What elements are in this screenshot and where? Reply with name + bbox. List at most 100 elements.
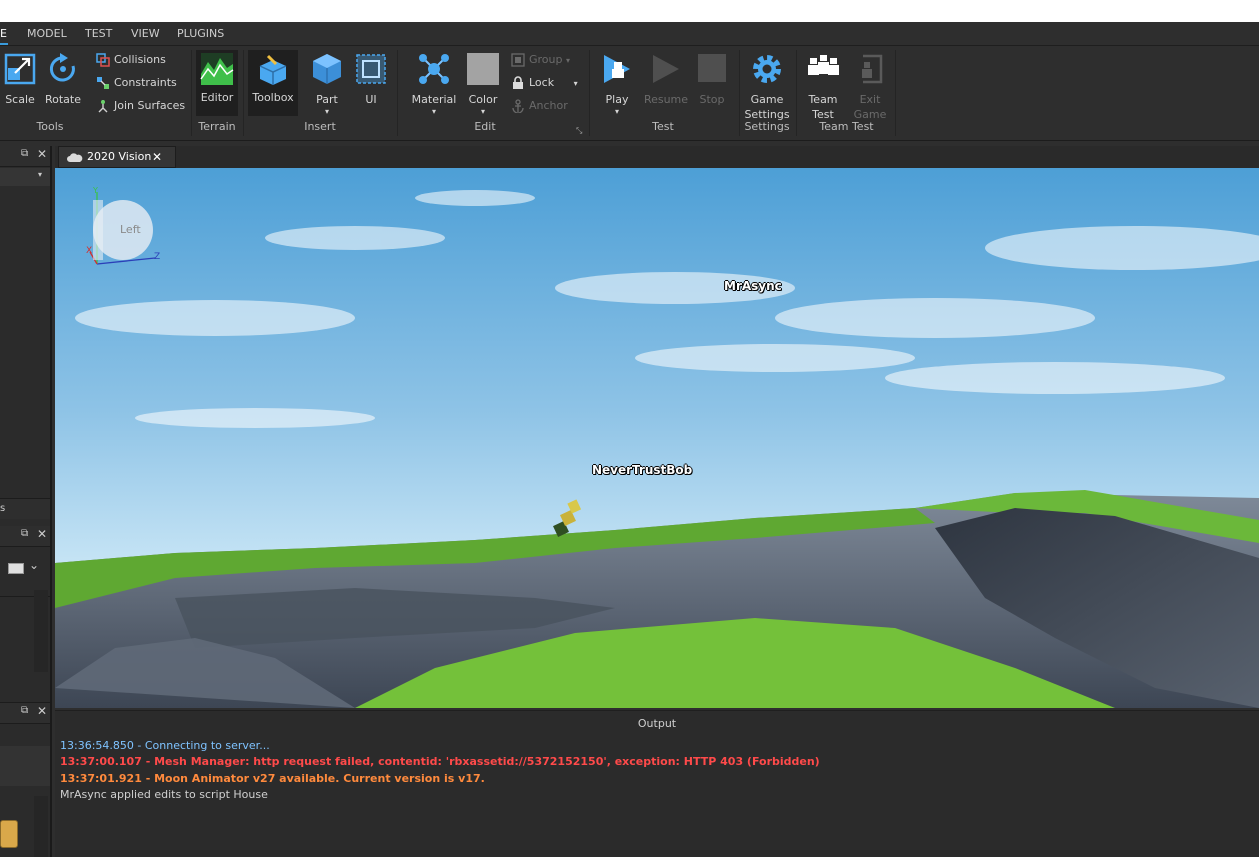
scrollbar[interactable] [34,590,48,672]
color-swatch-icon [467,53,499,85]
insert-group-label: Insert [304,120,336,133]
view-cube-face-label: Left [120,223,141,236]
left-dock-panel: ⧉ ✕ ▾ s ⧉ ✕ ⌄ ⧉ ✕ [0,146,52,857]
close-icon[interactable]: ✕ [152,147,162,167]
close-icon[interactable]: ✕ [37,704,47,718]
terrain-editor-button[interactable]: Editor [196,50,238,116]
undock-icon[interactable]: ⧉ [21,148,28,159]
join-surfaces-label: Join Surfaces [114,99,186,112]
close-icon[interactable]: ✕ [37,147,47,161]
output-line: 13:37:01.921 - Moon Animator v27 availab… [60,772,485,785]
scene-render [55,168,1259,708]
lock-button[interactable]: Lock ▾ [511,74,578,92]
terrain-editor-icon [200,53,234,85]
play-button[interactable]: Play ▾ [596,52,638,118]
output-line: 13:36:54.850 - Connecting to server... [60,739,270,752]
menu-tab-view[interactable]: VIEW [131,22,160,45]
group-label: Group [529,53,563,66]
anchor-label: Anchor [529,99,568,112]
join-surfaces-button[interactable]: Join Surfaces [96,97,185,115]
scrollbar[interactable] [34,796,48,857]
edit-group-label: Edit [474,120,496,133]
part-dropdown-icon[interactable]: ▾ [306,104,348,119]
output-title: Output [637,717,677,730]
tab-2020-vision[interactable]: 2020 Vision ✕ [58,146,176,168]
anchor-button[interactable]: Anchor [511,97,568,115]
material-dropdown-icon[interactable]: ▾ [410,104,458,119]
chevron-down-icon[interactable]: ⌄ [29,558,39,572]
edit-expand-icon[interactable]: ⤡ [576,126,582,136]
scale-button[interactable]: Scale [2,52,38,110]
resume-label: Resume [643,93,689,106]
output-line: 13:37:00.107 - Mesh Manager: http reques… [60,755,820,768]
lock-label: Lock [529,76,555,89]
menu-bar: E MODEL TEST VIEW PLUGINS [0,22,1259,46]
ribbon-separator [243,50,244,136]
panel-tab-strip[interactable]: s [0,498,50,519]
menu-tab-model[interactable]: MODEL [27,22,67,45]
menu-tab-test[interactable]: TEST [85,22,112,45]
cloud-icon [67,153,83,162]
stop-icon [698,54,726,82]
player-nametag: NeverTrustBob [592,463,693,477]
collisions-icon [96,53,110,67]
menu-tab-plugins[interactable]: PLUGINS [177,22,224,45]
settings-group-label: Settings [744,120,790,133]
team-test-button[interactable]: Team Test [802,52,844,122]
undock-icon[interactable]: ⧉ [21,528,28,539]
part-button[interactable]: Part ▾ [306,52,348,118]
material-button[interactable]: Material ▾ [410,52,458,118]
stop-button[interactable]: Stop [694,52,730,110]
window-top-strip [0,0,1259,22]
toolbox-item-thumbnail[interactable] [0,820,18,848]
terrain-group-label: Terrain [198,120,236,133]
color-dropdown-icon[interactable]: ▾ [463,104,503,119]
output-log[interactable]: 13:36:54.850 - Connecting to server... 1… [55,736,1259,857]
color-button[interactable]: Color ▾ [463,52,503,118]
panel-tab-label: s [0,503,6,514]
exit-game-button[interactable]: Exit Game [850,52,890,122]
ui-label: UI [365,93,377,106]
panel-row [0,746,50,786]
team-test-label-line1: Team [808,93,838,106]
rotate-button[interactable]: Rotate [43,52,83,110]
undock-icon[interactable]: ⧉ [21,705,28,716]
constraints-label: Constraints [114,76,177,89]
close-icon[interactable]: ✕ [37,527,47,541]
toolbox-button[interactable]: Toolbox [248,50,298,116]
scale-label: Scale [5,93,35,106]
ui-button[interactable]: UI [354,52,388,110]
game-settings-button[interactable]: Game Settings [743,52,791,122]
constraints-button[interactable]: Constraints [96,74,177,92]
tools-group-label: Tools [36,120,64,133]
constraints-icon [97,77,109,89]
game-settings-label-line1: Game [750,93,784,106]
group-button[interactable]: Group ▾ [511,51,570,69]
rotate-icon [49,53,75,82]
3d-viewport[interactable]: Left Y X Z MrAsync NeverTrustBob [55,168,1259,708]
play-dropdown-icon[interactable]: ▾ [596,104,638,119]
exit-game-icon [862,54,883,84]
collisions-label: Collisions [114,53,166,66]
ribbon-toolbar: Scale Rotate Collisions Constraints Join… [0,46,1259,141]
resume-button[interactable]: Resume [643,52,689,110]
x-axis-label: X [86,246,93,256]
output-panel-header: Output [55,710,1259,737]
panel-dropdown[interactable]: ▾ [0,168,50,186]
group-icon [511,53,525,67]
view-mode-icon[interactable] [8,563,24,574]
collisions-button[interactable]: Collisions [96,51,166,69]
player-nametag: MrAsync [724,279,782,293]
resume-icon [653,55,679,83]
toolbox-icon [259,54,287,85]
ribbon-separator [895,50,896,136]
lock-dropdown-icon[interactable]: ▾ [574,79,578,88]
z-axis-label: Z [154,252,161,262]
exit-game-label-line1: Exit [859,93,881,106]
ribbon-separator [739,50,740,136]
rotate-label: Rotate [44,93,81,106]
menu-tab-home[interactable]: E [0,22,8,45]
y-axis-label: Y [93,186,98,195]
panel-header: ⧉ ✕ [0,526,50,547]
stop-label: Stop [699,93,725,106]
